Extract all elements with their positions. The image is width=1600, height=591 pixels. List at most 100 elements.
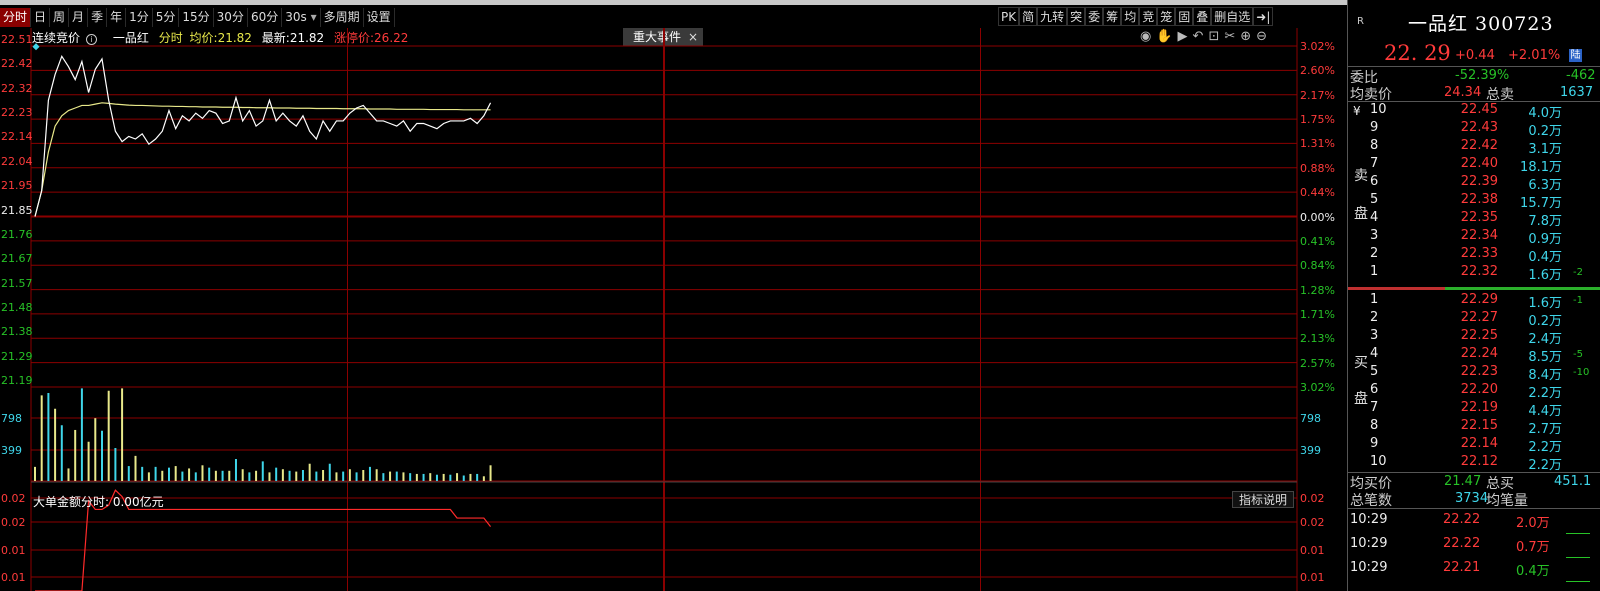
percent-change: +2.01% <box>1508 48 1561 63</box>
order-row[interactable]: 4 22.24 8.5万 -5 <box>1348 346 1600 365</box>
order-row[interactable]: 4 22.35 7.8万 <box>1348 210 1600 229</box>
r-badge: R <box>1357 16 1364 27</box>
order-price: 22.43 <box>1460 120 1498 135</box>
pct-tick-right: 3.02% <box>1300 40 1335 53</box>
order-price: 22.35 <box>1460 210 1498 225</box>
order-price: 22.14 <box>1460 436 1498 451</box>
quote-panel: R 一品红 300723 22. 29 +0.44 +2.01% 陆 委比 -5… <box>1347 0 1600 591</box>
order-row[interactable]: 6 22.20 2.2万 <box>1348 382 1600 401</box>
tick-price: 22.21 <box>1443 560 1481 575</box>
order-row[interactable]: 5 22.38 15.7万 <box>1348 192 1600 211</box>
order-qty: 0.9万 <box>1528 232 1562 247</box>
order-row[interactable]: 7 22.19 4.4万 <box>1348 400 1600 419</box>
price-tick-left: 21.57 <box>1 276 33 290</box>
order-row[interactable]: 1 22.29 1.6万 -1 <box>1348 292 1600 311</box>
order-row[interactable]: 9 22.43 0.2万 <box>1348 120 1600 139</box>
order-qty: 15.7万 <box>1520 196 1562 211</box>
order-qty: 4.0万 <box>1528 106 1562 121</box>
avg-buy-value: 21.47 <box>1444 474 1482 489</box>
sub-tick-left: 0.01 <box>1 544 26 557</box>
order-row[interactable]: 1 22.32 1.6万 -2 <box>1348 264 1600 283</box>
order-row[interactable]: 10 22.45 4.0万 <box>1348 102 1600 121</box>
price-tick-left: 21.95 <box>1 179 33 193</box>
order-price: 22.12 <box>1460 454 1498 469</box>
tick-underline <box>1566 557 1590 558</box>
order-delta: -1 <box>1573 295 1583 306</box>
order-qty: 6.3万 <box>1528 178 1562 193</box>
order-price: 22.32 <box>1460 264 1498 279</box>
price-tick-left: 21.48 <box>1 300 33 314</box>
pct-tick-right: 3.02% <box>1300 381 1335 394</box>
order-row[interactable]: 10 22.12 2.2万 <box>1348 454 1600 473</box>
tick-time: 10:29 <box>1350 536 1388 551</box>
volume-tick-left: 798 <box>1 412 22 425</box>
volume-tick-right: 399 <box>1300 444 1321 457</box>
order-price: 22.24 <box>1460 346 1498 361</box>
order-row[interactable]: 8 22.15 2.7万 <box>1348 418 1600 437</box>
intraday-chart[interactable] <box>0 0 1330 591</box>
price-change: +0.44 <box>1455 48 1495 63</box>
level: 7 <box>1370 400 1379 415</box>
order-qty: 0.4万 <box>1528 250 1562 265</box>
level: 3 <box>1370 328 1379 343</box>
order-delta: -10 <box>1573 367 1590 378</box>
order-qty: 3.1万 <box>1528 142 1562 157</box>
tick-price: 22.22 <box>1443 512 1481 527</box>
price-tick-left: 22.04 <box>1 154 33 168</box>
order-row[interactable]: 9 22.14 2.2万 <box>1348 436 1600 455</box>
tick-underline <box>1566 533 1590 534</box>
volume-tick-left: 399 <box>1 444 22 457</box>
tick-time: 10:29 <box>1350 512 1388 527</box>
pct-tick-right: 2.57% <box>1300 356 1335 370</box>
level: 9 <box>1370 436 1379 451</box>
volume-tick-right: 798 <box>1300 412 1321 425</box>
order-row[interactable]: 6 22.39 6.3万 <box>1348 174 1600 193</box>
quote-title: 一品红 300723 <box>1408 13 1554 35</box>
order-price: 22.27 <box>1460 310 1498 325</box>
order-row[interactable]: 8 22.42 3.1万 <box>1348 138 1600 157</box>
divider <box>1348 66 1600 67</box>
pct-tick-right: 1.71% <box>1300 307 1335 321</box>
order-qty: 7.8万 <box>1528 214 1562 229</box>
order-row[interactable]: 3 22.25 2.4万 <box>1348 328 1600 347</box>
price-tick-left: 22.14 <box>1 130 33 144</box>
order-qty: 0.2万 <box>1528 314 1562 329</box>
level: 10 <box>1370 454 1387 469</box>
level: 2 <box>1370 246 1379 261</box>
pct-tick-right: 0.88% <box>1300 161 1335 175</box>
order-qty: 8.5万 <box>1528 350 1562 365</box>
price-tick-left: 21.67 <box>1 252 33 266</box>
level: 8 <box>1370 138 1379 153</box>
order-row[interactable]: 7 22.40 18.1万 <box>1348 156 1600 175</box>
pct-tick-right: 2.13% <box>1300 332 1335 346</box>
weicha-value: -462 <box>1566 68 1596 83</box>
level: 3 <box>1370 228 1379 243</box>
price-tick-left: 21.76 <box>1 227 33 241</box>
tick-price: 22.22 <box>1443 536 1481 551</box>
avg-sell-value: 24.34 <box>1444 85 1482 100</box>
order-row[interactable]: 2 22.33 0.4万 <box>1348 246 1600 265</box>
order-price: 22.40 <box>1460 156 1498 171</box>
last-price: 22. 29 <box>1384 41 1451 65</box>
level: 4 <box>1370 210 1379 225</box>
divider <box>1348 508 1600 509</box>
pct-tick-right: 2.60% <box>1300 64 1335 78</box>
order-qty: 2.7万 <box>1528 422 1562 437</box>
order-qty: 2.2万 <box>1528 458 1562 473</box>
order-row[interactable]: 3 22.34 0.9万 <box>1348 228 1600 247</box>
order-row[interactable]: 2 22.27 0.2万 <box>1348 310 1600 329</box>
order-price: 22.29 <box>1460 292 1498 307</box>
order-qty: 2.2万 <box>1528 440 1562 455</box>
order-row[interactable]: 5 22.23 8.4万 -10 <box>1348 364 1600 383</box>
pct-tick-right: 0.84% <box>1300 259 1335 273</box>
level: 5 <box>1370 192 1379 207</box>
order-price: 22.42 <box>1460 138 1498 153</box>
pct-tick-right: 0.00% <box>1300 210 1335 224</box>
indicator-help-button[interactable]: 指标说明 <box>1232 491 1295 508</box>
order-price: 22.15 <box>1460 418 1498 433</box>
deals-label: 总笔数 <box>1350 493 1392 509</box>
order-price: 22.38 <box>1460 192 1498 207</box>
total-buy-value: 451.1 <box>1554 474 1592 489</box>
level: 9 <box>1370 120 1379 135</box>
sub-tick-right: 0.01 <box>1300 571 1325 584</box>
